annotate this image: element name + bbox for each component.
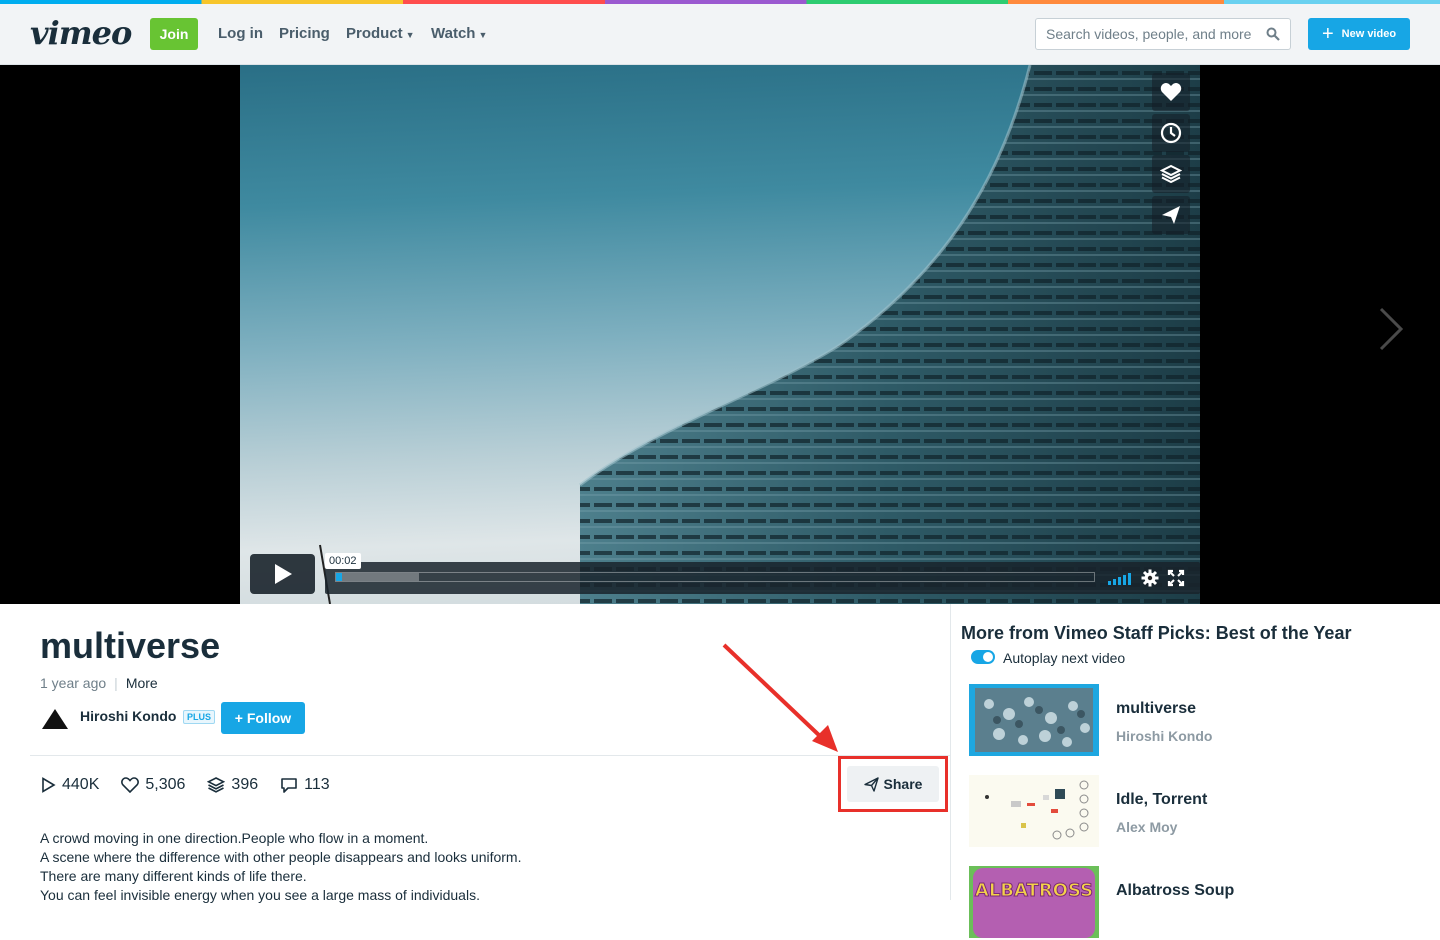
gear-icon[interactable] <box>1141 569 1159 587</box>
layers-outline-icon <box>207 777 226 793</box>
meta-separator: | <box>114 675 118 691</box>
paper-plane-icon <box>1162 206 1180 224</box>
collections-count: 396 <box>231 776 259 793</box>
search-input[interactable] <box>1036 19 1262 49</box>
description-line: A crowd moving in one direction.People w… <box>40 830 429 846</box>
plays-stat: 440K <box>40 776 99 794</box>
video-thumbnail[interactable] <box>969 775 1099 847</box>
posted-time: 1 year ago <box>40 675 107 691</box>
related-video-item[interactable]: Idle, Torrent Alex Moy <box>969 775 1429 849</box>
chevron-down-icon: ▼ <box>478 30 488 40</box>
collections-button[interactable] <box>1152 155 1190 193</box>
search-box <box>1035 18 1291 50</box>
vimeo-logo[interactable]: vimeo <box>30 14 132 52</box>
autoplay-label: Autoplay next video <box>1003 650 1126 666</box>
new-video-button[interactable]: + New video <box>1308 18 1410 50</box>
clock-icon <box>1160 122 1182 144</box>
login-link[interactable]: Log in <box>218 25 263 42</box>
share-player-button[interactable] <box>1152 196 1190 234</box>
likes-count: 5,306 <box>145 776 186 793</box>
video-frame[interactable] <box>240 65 1200 604</box>
timecode-tooltip: 00:02 <box>325 553 361 569</box>
follow-label: Follow <box>246 710 292 726</box>
play-icon <box>274 564 292 584</box>
chevron-right-icon[interactable] <box>1376 305 1406 353</box>
top-navigation: vimeo Join Log in Pricing Product ▼ Watch… <box>0 4 1440 65</box>
comments-count: 113 <box>304 776 330 793</box>
related-video-title[interactable]: Idle, Torrent <box>1116 791 1207 809</box>
video-meta: 1 year ago | More <box>40 675 158 691</box>
plus-icon: + <box>1321 23 1334 45</box>
product-label: Product <box>346 25 403 42</box>
watch-later-button[interactable] <box>1152 114 1190 152</box>
description-line: There are many different kinds of life t… <box>40 868 307 884</box>
follow-button[interactable]: + Follow <box>221 702 305 734</box>
related-video-author[interactable]: Alex Moy <box>1116 819 1177 835</box>
video-player: 00:02 <box>0 65 1440 604</box>
player-side-actions <box>1152 73 1192 237</box>
played-progress <box>336 573 343 581</box>
video-thumbnail[interactable]: ALBATROSS <box>969 866 1099 938</box>
avatar[interactable] <box>40 703 70 733</box>
product-menu[interactable]: Product ▼ <box>346 25 415 42</box>
volume-control[interactable] <box>1108 571 1131 585</box>
watch-label: Watch <box>431 25 476 42</box>
comments-stat[interactable]: 113 <box>280 776 330 794</box>
pricing-link[interactable]: Pricing <box>279 25 330 42</box>
column-divider <box>950 604 951 900</box>
description-line: You can feel invisible energy when you s… <box>40 887 480 903</box>
watch-menu[interactable]: Watch ▼ <box>431 25 487 42</box>
plays-count: 440K <box>62 776 100 793</box>
description-line: A scene where the difference with other … <box>40 849 522 865</box>
buffered-progress <box>336 573 420 581</box>
join-button[interactable]: Join <box>150 18 198 50</box>
thumbnail-text: ALBATROSS <box>975 880 1093 901</box>
collections-stat[interactable]: 396 <box>207 776 258 794</box>
plus-badge: PLUS <box>183 710 216 724</box>
heart-outline-icon <box>121 777 140 793</box>
player-controls-bar <box>325 562 1200 594</box>
related-video-title[interactable]: multiverse <box>1116 700 1196 718</box>
chevron-down-icon: ▼ <box>405 30 415 40</box>
more-link[interactable]: More <box>126 675 158 691</box>
like-button[interactable] <box>1152 73 1190 111</box>
comment-icon <box>281 777 297 793</box>
play-button[interactable] <box>250 554 315 594</box>
related-video-item[interactable]: multiverse Hiroshi Kondo <box>969 684 1429 758</box>
play-outline-icon <box>42 777 56 793</box>
progress-track[interactable] <box>335 572 1095 582</box>
divider <box>30 755 950 756</box>
annotation-highlight-box <box>838 756 948 812</box>
layers-icon <box>1160 164 1182 184</box>
video-thumbnail[interactable] <box>969 684 1099 756</box>
heart-icon <box>1160 83 1182 101</box>
likes-stat[interactable]: 5,306 <box>121 776 185 794</box>
fullscreen-icon[interactable] <box>1167 569 1185 587</box>
search-icon[interactable] <box>1266 27 1280 41</box>
author-name[interactable]: Hiroshi Kondo <box>80 708 176 724</box>
related-video-title[interactable]: Albatross Soup <box>1116 882 1234 900</box>
video-building-image <box>319 65 1200 604</box>
video-title: multiverse <box>40 625 221 666</box>
new-video-label: New video <box>1341 28 1397 40</box>
autoplay-toggle[interactable] <box>971 650 995 664</box>
video-stats: 440K 5,306 396 113 <box>40 776 330 794</box>
related-video-item[interactable]: ALBATROSS Albatross Soup <box>969 866 1429 940</box>
related-title: More from Vimeo Staff Picks: Best of the… <box>961 623 1352 643</box>
video-description: A crowd moving in one direction.People w… <box>40 829 521 905</box>
related-video-author[interactable]: Hiroshi Kondo <box>1116 728 1212 744</box>
